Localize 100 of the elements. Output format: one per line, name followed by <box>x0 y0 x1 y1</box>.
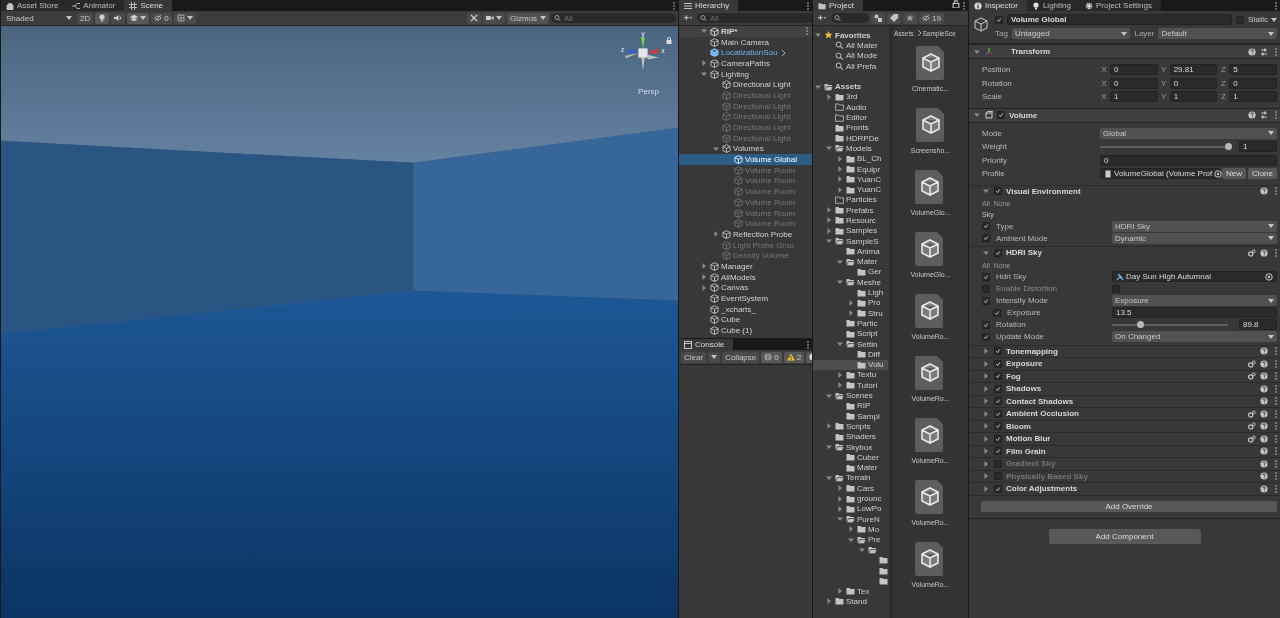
expand-arrow-icon[interactable] <box>837 588 843 595</box>
profile-button[interactable]: Clone <box>1248 168 1277 180</box>
project-tree-item[interactable]: Pre <box>813 534 888 545</box>
warnings-toggle[interactable]: 2 <box>783 351 805 363</box>
override-header[interactable]: Bloom <box>969 419 1280 432</box>
expand-arrow-icon[interactable] <box>826 423 832 430</box>
static-dropdown[interactable]: Static <box>1248 15 1277 24</box>
component-header[interactable]: Volume <box>969 107 1280 123</box>
profile-button[interactable]: New <box>1222 168 1247 180</box>
gears-icon[interactable] <box>1248 372 1256 381</box>
expand-arrow-icon[interactable] <box>826 145 832 152</box>
object-field[interactable]: VolumeGlobal (Volume Prof <box>1100 168 1221 180</box>
expand-arrow-icon[interactable] <box>837 155 843 162</box>
override-checkbox[interactable] <box>994 359 1002 368</box>
slider-track[interactable] <box>1112 323 1228 326</box>
project-tree-item[interactable]: Diff <box>813 349 888 360</box>
search-field[interactable]: All <box>551 13 676 23</box>
project-tree-item[interactable]: Sampl <box>813 411 888 422</box>
expand-arrow-icon[interactable] <box>826 93 832 100</box>
expand-arrow-icon[interactable] <box>837 495 843 502</box>
override-checkbox[interactable] <box>982 272 990 281</box>
expand-arrow-icon[interactable] <box>983 373 989 380</box>
expand-arrow-icon[interactable] <box>713 145 719 152</box>
override-checkbox[interactable] <box>994 384 1002 393</box>
override-checkbox[interactable] <box>994 397 1002 406</box>
project-tree-item[interactable]: Meshe <box>813 277 888 288</box>
project-tree-item[interactable]: Terrain <box>813 472 888 484</box>
override-checkbox[interactable] <box>994 472 1002 481</box>
project-tree-item[interactable]: Prefabs <box>813 205 888 216</box>
add-override-button[interactable]: Add Override <box>981 500 1277 512</box>
slider-thumb[interactable] <box>1137 320 1144 328</box>
grid-dropdown[interactable] <box>173 12 196 24</box>
asset-cube-icon[interactable] <box>915 418 946 452</box>
errors-toggle[interactable]: 0 <box>761 351 782 363</box>
override-header[interactable]: HDRI Sky <box>969 246 1280 259</box>
help-icon[interactable] <box>1248 47 1256 56</box>
override-checkbox[interactable] <box>994 447 1002 456</box>
hierarchy-item[interactable]: Canvas <box>679 282 812 294</box>
number-field[interactable]: 0 <box>1110 77 1158 89</box>
project-tree-item[interactable]: Tutori <box>813 380 888 391</box>
hierarchy-item[interactable]: Volumes <box>679 143 812 155</box>
hierarchy-item[interactable]: AllModels <box>679 271 812 283</box>
inspector-tab[interactable]: Inspector <box>969 0 1027 11</box>
expand-arrow-icon[interactable] <box>837 186 843 193</box>
number-field[interactable]: 1 <box>1239 141 1277 153</box>
expand-arrow-icon[interactable] <box>983 435 989 442</box>
gears-icon[interactable] <box>1248 248 1256 257</box>
override-checkbox[interactable] <box>982 320 990 329</box>
audio-toggle[interactable] <box>111 12 126 24</box>
override-header[interactable]: Tonemapping <box>969 344 1280 357</box>
expand-arrow-icon[interactable] <box>826 444 832 450</box>
expand-arrow-icon[interactable] <box>974 112 980 118</box>
expand-arrow-icon[interactable] <box>974 48 980 55</box>
lighting-toggle[interactable] <box>95 12 110 24</box>
override-checkbox[interactable] <box>994 372 1002 381</box>
expand-arrow-icon[interactable] <box>983 348 989 355</box>
project-tree-item[interactable]: Script <box>813 328 888 339</box>
active-checkbox[interactable] <box>995 15 1003 24</box>
sliders-icon[interactable] <box>1260 47 1268 56</box>
project-tree-item[interactable]: Tex <box>813 586 888 597</box>
override-checkbox[interactable] <box>994 434 1002 443</box>
project-tree-item[interactable]: Scripts <box>813 421 888 432</box>
project-tree-item[interactable]: PureN <box>813 513 888 525</box>
static-checkbox[interactable] <box>1236 15 1244 24</box>
asset-cube-icon[interactable] <box>915 170 946 204</box>
filter-label-button[interactable] <box>887 12 901 24</box>
project-tree-item[interactable]: Ger <box>813 266 888 278</box>
slider-track[interactable] <box>1100 145 1229 148</box>
number-field[interactable]: 29.81 <box>1169 64 1218 76</box>
component-checkbox[interactable] <box>997 111 1005 119</box>
help-icon[interactable] <box>1260 397 1268 406</box>
project-tree-item[interactable]: Resourc <box>813 215 888 226</box>
expand-arrow-icon[interactable] <box>826 207 832 214</box>
tools-button[interactable] <box>467 12 481 24</box>
expand-arrow-icon[interactable] <box>983 460 989 467</box>
number-field[interactable]: 0 <box>1169 77 1218 89</box>
override-header[interactable]: Color Adjustments <box>969 482 1280 495</box>
expand-arrow-icon[interactable] <box>713 231 719 238</box>
project-tree-item[interactable]: Models <box>813 143 888 154</box>
expand-arrow-icon[interactable] <box>983 385 989 392</box>
camera-dropdown[interactable] <box>483 12 505 24</box>
hierarchy-item[interactable]: Cube (1) <box>679 325 812 336</box>
asset-cube-icon[interactable] <box>915 46 946 80</box>
inspector-tab[interactable]: Lighting <box>1026 0 1080 11</box>
hierarchy-item[interactable]: CameraPaths <box>679 58 812 69</box>
project-tree-item[interactable]: Cars <box>813 483 888 494</box>
expand-arrow-icon[interactable] <box>826 598 832 605</box>
project-tree-item[interactable]: YuanC <box>813 174 888 185</box>
number-field[interactable]: 13.5 <box>1112 307 1277 318</box>
gears-icon[interactable] <box>1248 409 1256 418</box>
expand-arrow-icon[interactable] <box>701 284 707 291</box>
expand-arrow-icon[interactable] <box>815 83 821 90</box>
help-icon[interactable] <box>1260 472 1268 481</box>
project-tree-item[interactable]: LowPo <box>813 503 888 514</box>
expand-arrow-icon[interactable] <box>815 32 821 39</box>
project-tree-item[interactable]: 3rd <box>813 91 888 103</box>
expand-arrow-icon[interactable] <box>837 516 843 523</box>
help-icon[interactable] <box>1260 447 1268 456</box>
gears-icon[interactable] <box>1248 434 1256 443</box>
override-checkbox[interactable] <box>994 484 1002 493</box>
